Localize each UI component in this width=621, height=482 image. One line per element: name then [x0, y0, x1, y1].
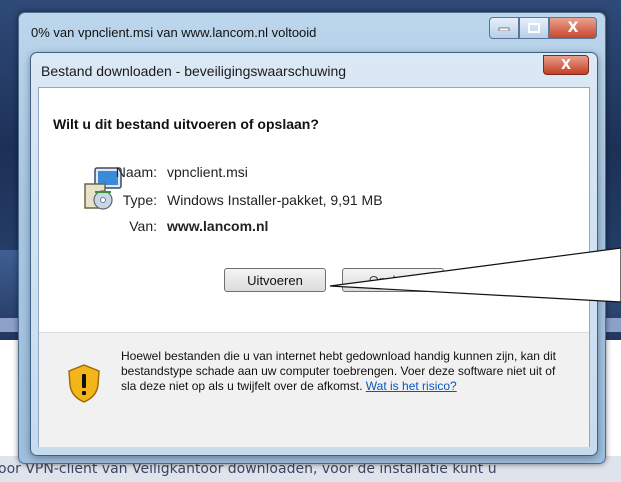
field-type-label: Type: — [122, 192, 157, 208]
dialog-body: Wilt u dit bestand uitvoeren of opslaan?… — [38, 87, 590, 447]
field-name-label: Naam: — [115, 164, 157, 180]
warning-text-block: Hoewel bestanden die u van internet hebt… — [121, 349, 561, 394]
field-name-value: vpnclient.msi — [167, 164, 248, 180]
dialog-close-button[interactable]: X — [543, 55, 589, 75]
shield-warning-icon — [68, 364, 100, 403]
maximize-button[interactable] — [519, 17, 549, 39]
run-button[interactable]: Uitvoeren — [224, 268, 326, 292]
close-icon: X — [567, 20, 579, 36]
warning-text: Hoewel bestanden die u van internet hebt… — [121, 349, 556, 393]
minimize-button[interactable] — [489, 17, 519, 39]
progress-window-title: 0% van vpnclient.msi van www.lancom.nl v… — [31, 25, 317, 40]
field-from-label: Van: — [129, 218, 157, 234]
save-button[interactable]: Opslaan — [342, 268, 444, 292]
cancel-button[interactable] — [460, 268, 566, 292]
minimize-icon — [498, 27, 510, 31]
caption-buttons: X — [489, 17, 597, 39]
field-from-value: www.lancom.nl — [167, 218, 269, 234]
warning-footer: Hoewel bestanden die u van internet hebt… — [39, 332, 589, 447]
close-icon: X — [560, 57, 572, 73]
risk-link[interactable]: Wat is het risico? — [366, 379, 457, 393]
dialog-title: Bestand downloaden - beveiligingswaarsch… — [41, 63, 347, 79]
progress-close-button[interactable]: X — [549, 17, 597, 39]
dialog-question: Wilt u dit bestand uitvoeren of opslaan? — [53, 116, 319, 132]
maximize-icon — [528, 23, 540, 33]
security-warning-dialog: Bestand downloaden - beveiligingswaarsch… — [30, 52, 598, 456]
field-type-value: Windows Installer-pakket, 9,91 MB — [167, 192, 383, 208]
